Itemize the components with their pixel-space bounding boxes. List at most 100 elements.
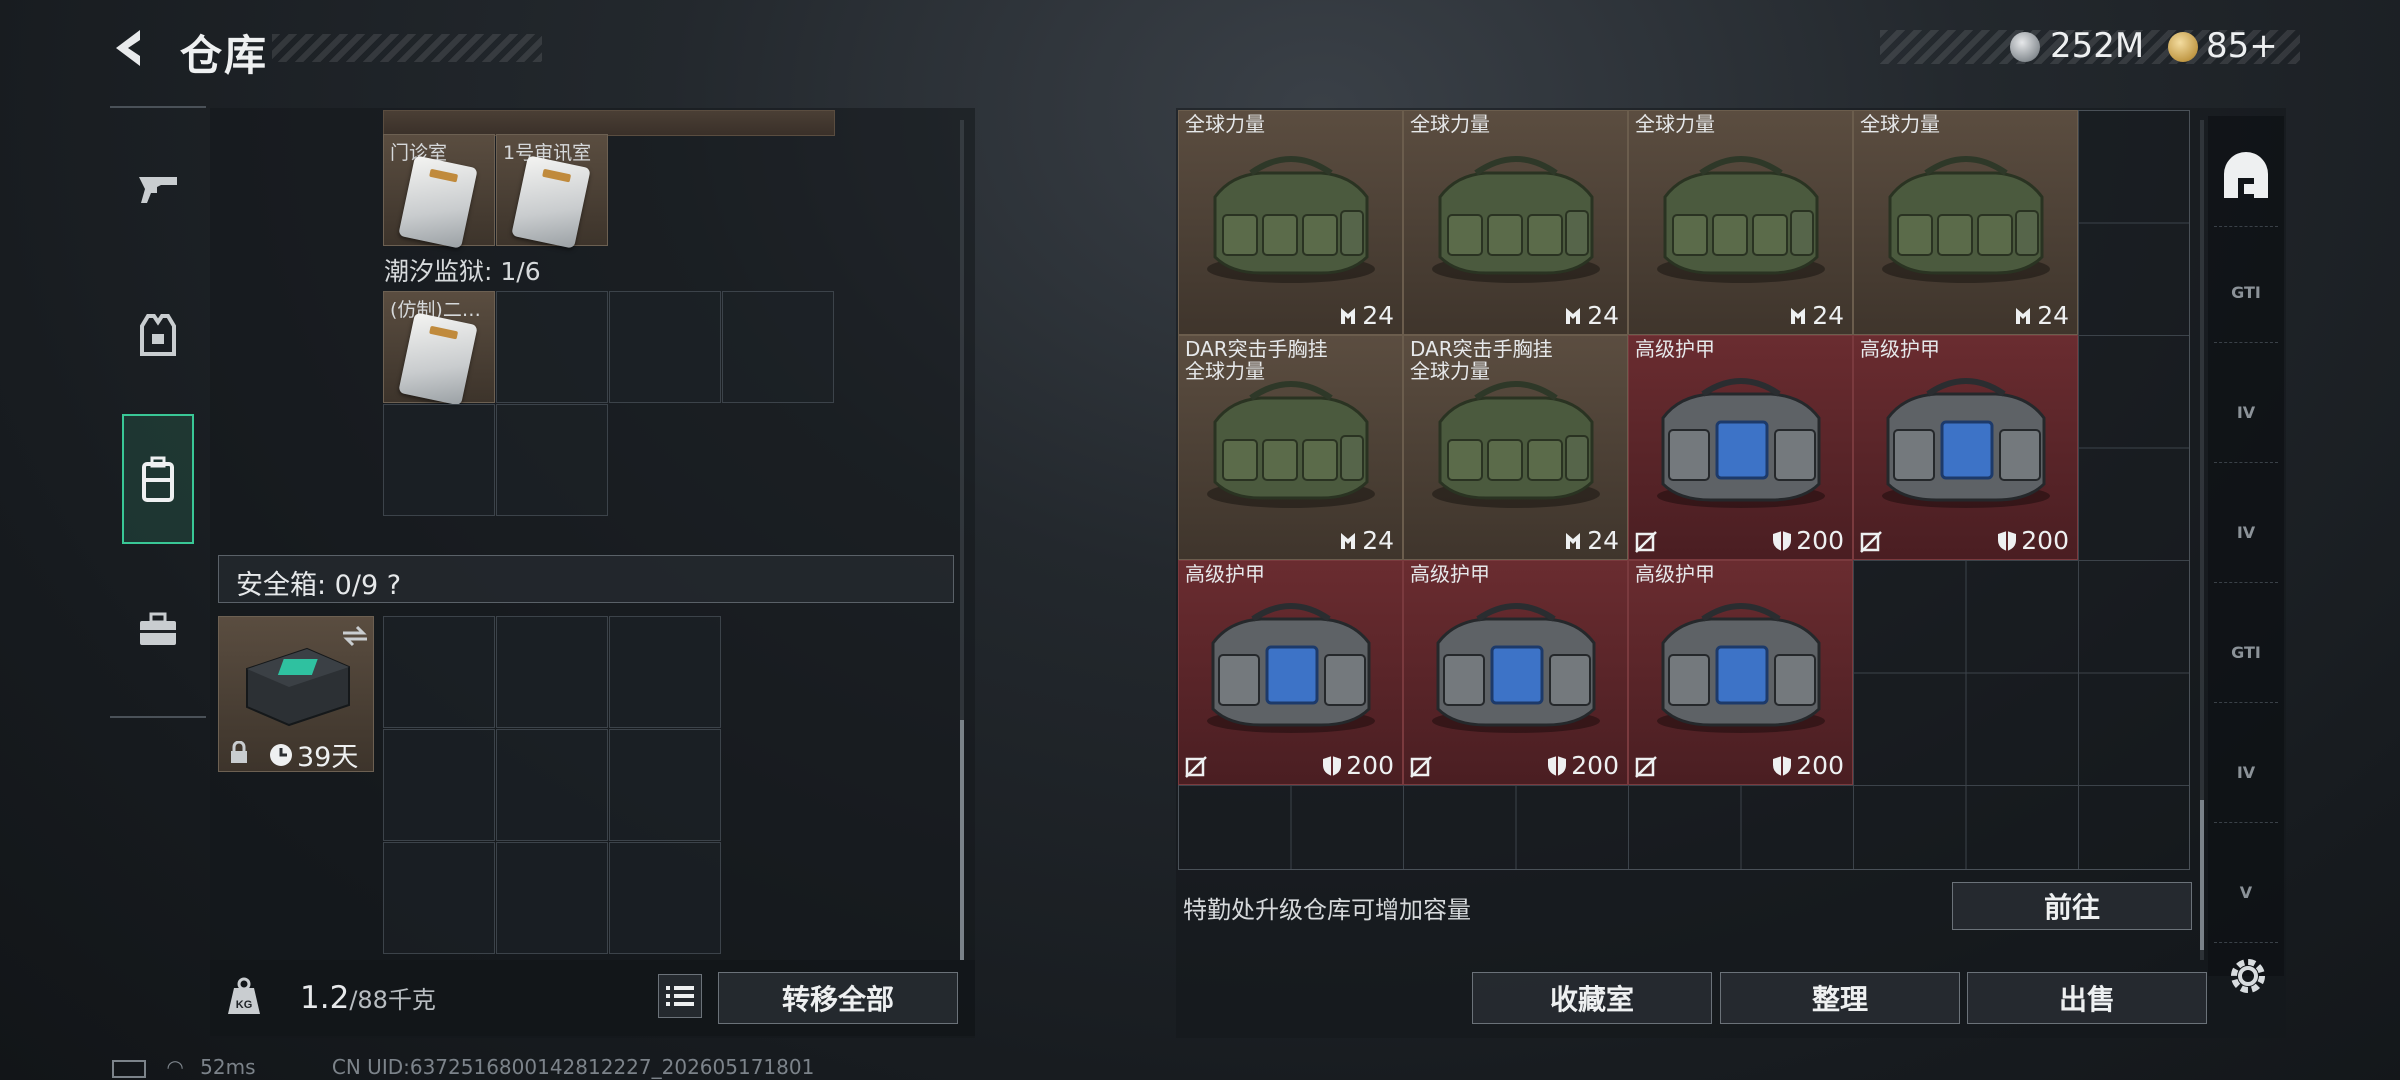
no-insure-icon — [1635, 531, 1657, 553]
armor-bag-icon — [1432, 603, 1600, 733]
safebox-slot[interactable] — [383, 616, 495, 728]
safebox-slot[interactable] — [383, 842, 495, 954]
empty-slot[interactable] — [383, 404, 495, 516]
left-scrollbar[interactable] — [960, 720, 964, 960]
item-stat: 24 — [1338, 301, 1394, 330]
storage-item[interactable]: 高级护甲 200 — [1403, 560, 1628, 785]
no-insure-icon — [1410, 756, 1432, 778]
currency-silver-value: 252M — [2050, 26, 2145, 66]
storage-tab-4[interactable]: IV — [2214, 482, 2278, 583]
tab-label: IV — [2236, 402, 2256, 422]
no-insure-icon — [1185, 756, 1207, 778]
sort-button[interactable]: 整理 — [1720, 972, 1960, 1024]
safebox-slot[interactable] — [496, 616, 608, 728]
category-equipment[interactable] — [122, 270, 194, 400]
item-name: 全球力量 — [1410, 112, 1490, 136]
safebox-slot[interactable] — [609, 616, 721, 728]
safebox-label[interactable]: 安全箱: 0/9 ? — [236, 563, 401, 602]
item-stat: 200 — [1547, 751, 1619, 780]
storage-item[interactable]: 全球力量 24 — [1178, 110, 1403, 335]
armor-bag-icon — [1207, 603, 1375, 733]
category-toolbox[interactable] — [122, 564, 194, 694]
storage-item[interactable]: 高级护甲 200 — [1628, 560, 1853, 785]
safebox-slot[interactable] — [609, 842, 721, 954]
status-bar: ◠ 52ms CN UID:6372516800142812227_202605… — [112, 1055, 814, 1079]
safebox-slot[interactable] — [496, 729, 608, 841]
storage-item[interactable]: 全球力量 24 — [1403, 110, 1628, 335]
back-arrow-icon[interactable] — [108, 26, 152, 70]
storage-tab-7[interactable]: V — [2214, 842, 2278, 943]
gold-coin-icon — [2168, 32, 2198, 62]
upgrade-hint: 特勤处升级仓库可增加容量 — [1183, 896, 1471, 924]
item-name: 全球力量 — [1860, 112, 1940, 136]
item-stat: 24 — [1788, 301, 1844, 330]
armor-vest-icon — [140, 314, 176, 356]
backpack-icon — [142, 456, 174, 502]
clock-icon — [270, 744, 292, 766]
empty-slot[interactable] — [722, 291, 834, 403]
tactical-bag-icon — [1882, 156, 2050, 283]
storage-item[interactable]: 高级护甲 200 — [1628, 335, 1853, 560]
item-stat: 200 — [1772, 526, 1844, 555]
keycard-slot-interrogation[interactable]: 1号审讯室 — [496, 134, 608, 249]
item-name: 全球力量 — [1635, 112, 1715, 136]
item-stat-value: 200 — [1346, 751, 1394, 780]
svg-text:KG: KG — [236, 999, 253, 1011]
storage-tab-6[interactable]: IV — [2214, 722, 2278, 823]
item-name: DAR突击手胸挂 全球力量 — [1410, 337, 1553, 383]
capacity-icon — [1791, 307, 1806, 324]
item-stat-value: 24 — [1587, 526, 1619, 555]
storage-item[interactable]: 高级护甲 200 — [1178, 560, 1403, 785]
ping-readout: 52ms — [200, 1055, 256, 1079]
tab-label: GTI — [2231, 282, 2261, 302]
title-stripe — [272, 34, 542, 62]
battery-icon — [112, 1059, 146, 1078]
keycard-slot-replica[interactable]: (仿制)二… — [383, 291, 495, 406]
item-stat-value: 24 — [2037, 301, 2069, 330]
item-stat-value: 24 — [1812, 301, 1844, 330]
safebox-slot[interactable] — [496, 842, 608, 954]
settings-gear-icon[interactable] — [2226, 954, 2270, 998]
tab-label: GTI — [2231, 642, 2261, 662]
list-view-button[interactable] — [658, 974, 702, 1018]
storage-tab-3[interactable]: IV — [2214, 362, 2278, 463]
keycard-slot-clinic[interactable]: 门诊室 — [383, 134, 495, 249]
right-scrollbar[interactable] — [2200, 800, 2204, 950]
sell-button[interactable]: 出售 — [1967, 972, 2207, 1024]
safebox-slot[interactable] — [383, 729, 495, 841]
transfer-all-button[interactable]: 转移全部 — [718, 972, 958, 1024]
storage-tab-main[interactable] — [2214, 126, 2278, 227]
tactical-bag-icon — [1432, 381, 1600, 508]
item-name: DAR突击手胸挂 全球力量 — [1185, 337, 1328, 383]
storage-item[interactable]: 高级护甲 200 — [1853, 335, 2078, 560]
storage-tab-5[interactable]: GTI — [2214, 602, 2278, 703]
item-name: 全球力量 — [1185, 112, 1265, 136]
goto-button[interactable]: 前往 — [1952, 882, 2192, 930]
tab-label: V — [2239, 882, 2253, 902]
item-stat: 200 — [1997, 526, 2069, 555]
category-storage[interactable] — [122, 414, 194, 544]
swap-icon — [343, 625, 367, 647]
storage-item[interactable]: DAR突击手胸挂 全球力量 24 — [1178, 335, 1403, 560]
capacity-icon — [2016, 307, 2031, 324]
storage-tab-2[interactable]: GTI — [2214, 242, 2278, 343]
weight-readout: 1.2/88千克 — [300, 980, 436, 1016]
empty-slot[interactable] — [496, 404, 608, 516]
item-stat: 200 — [1772, 751, 1844, 780]
list-icon — [666, 986, 694, 1006]
storage-item[interactable]: DAR突击手胸挂 全球力量 24 — [1403, 335, 1628, 560]
capacity-icon — [1566, 307, 1581, 324]
item-name: 高级护甲 — [1410, 562, 1490, 586]
capacity-icon — [1341, 307, 1356, 324]
item-name: 高级护甲 — [1635, 562, 1715, 586]
storage-item[interactable]: 全球力量 24 — [1853, 110, 2078, 335]
category-weapons[interactable] — [122, 122, 194, 252]
keycard-icon — [398, 155, 478, 249]
safebox-slot[interactable] — [609, 729, 721, 841]
collection-room-button[interactable]: 收藏室 — [1472, 972, 1712, 1024]
armor-bag-icon — [1882, 378, 2050, 508]
empty-slot[interactable] — [609, 291, 721, 403]
empty-slot[interactable] — [496, 291, 608, 403]
safebox-container-item[interactable]: 39天 — [218, 616, 374, 773]
storage-item[interactable]: 全球力量 24 — [1628, 110, 1853, 335]
